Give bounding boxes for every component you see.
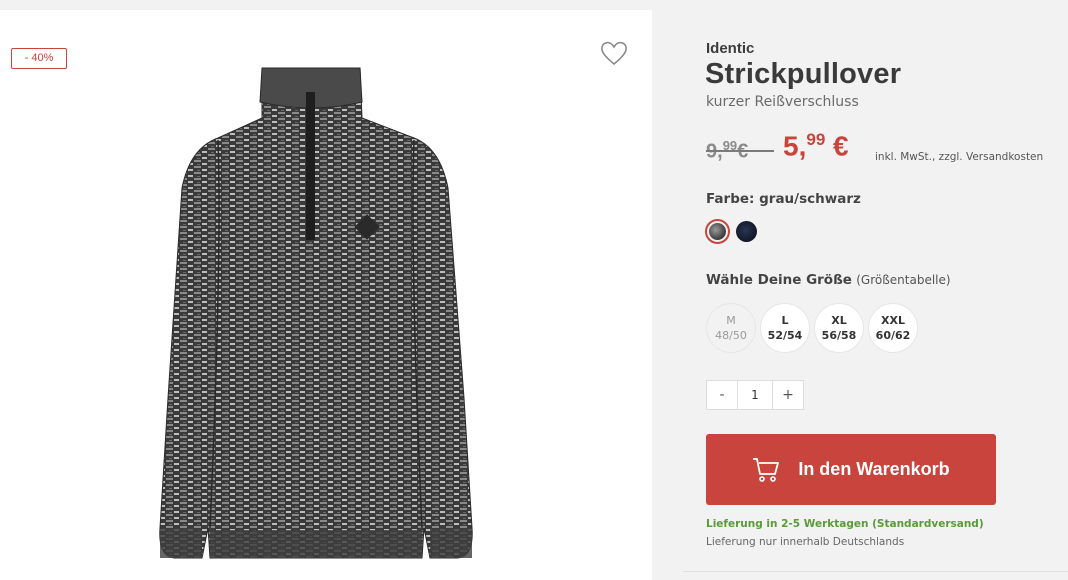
product-image[interactable] bbox=[138, 58, 498, 570]
product-details: Identic Strickpullover kurzer Reißversch… bbox=[653, 0, 1068, 580]
quantity-decrease-button[interactable]: - bbox=[707, 381, 737, 409]
heart-outline-icon bbox=[601, 41, 627, 65]
size-option-l[interactable]: L 52/54 bbox=[760, 303, 810, 353]
swatch-dot bbox=[709, 223, 726, 240]
size-options: M 48/50 L 52/54 XL 56/58 XXL 60/62 bbox=[706, 303, 918, 353]
size-name: XL bbox=[831, 314, 847, 327]
size-range: 60/62 bbox=[875, 329, 911, 342]
sale-price: 5,99 € bbox=[783, 130, 849, 162]
size-range: 52/54 bbox=[767, 329, 803, 342]
add-to-cart-button[interactable]: In den Warenkorb bbox=[706, 434, 996, 505]
sale-price-main: 5, bbox=[783, 130, 807, 162]
size-chart-link[interactable]: (Größentabelle) bbox=[856, 273, 950, 287]
product-gallery: - 40% bbox=[0, 10, 652, 580]
delivery-note: Lieferung nur innerhalb Deutschlands bbox=[706, 536, 905, 548]
size-option-m[interactable]: M 48/50 bbox=[706, 303, 756, 353]
size-label: Wähle Deine Größe (Größentabelle) bbox=[706, 272, 951, 288]
swatch-navy[interactable] bbox=[736, 221, 757, 242]
tax-note: inkl. MwSt., zzgl. Versandkosten bbox=[875, 151, 1044, 163]
divider bbox=[683, 571, 1068, 572]
quantity-increase-button[interactable]: + bbox=[773, 381, 803, 409]
shopping-cart-icon bbox=[753, 457, 780, 482]
size-range: 48/50 bbox=[715, 329, 747, 342]
size-name: L bbox=[781, 314, 789, 327]
quantity-stepper: - 1 + bbox=[706, 380, 804, 410]
color-label: Farbe: grau/schwarz bbox=[706, 191, 861, 207]
color-swatches bbox=[705, 219, 757, 244]
quantity-input[interactable]: 1 bbox=[737, 381, 773, 409]
sale-price-currency: € bbox=[825, 130, 849, 162]
add-to-cart-label: In den Warenkorb bbox=[798, 459, 950, 479]
product-subtitle: kurzer Reißverschluss bbox=[706, 94, 859, 110]
swatch-dot bbox=[736, 221, 757, 242]
sale-price-cents: 99 bbox=[806, 130, 826, 149]
discount-badge: - 40% bbox=[11, 48, 67, 69]
product-brand[interactable]: Identic bbox=[706, 40, 754, 57]
swatch-grau-schwarz[interactable] bbox=[705, 219, 730, 244]
size-name: M bbox=[726, 314, 736, 327]
size-option-xl[interactable]: XL 56/58 bbox=[814, 303, 864, 353]
size-name: XXL bbox=[881, 314, 905, 327]
size-option-xxl[interactable]: XXL 60/62 bbox=[868, 303, 918, 353]
product-title: Strickpullover bbox=[705, 58, 902, 90]
size-heading: Wähle Deine Größe bbox=[706, 272, 852, 288]
size-range: 56/58 bbox=[821, 329, 857, 342]
old-price-strikethrough bbox=[706, 150, 774, 152]
wishlist-button[interactable] bbox=[598, 38, 630, 68]
delivery-time: Lieferung in 2-5 Werktagen (Standardvers… bbox=[706, 518, 984, 530]
